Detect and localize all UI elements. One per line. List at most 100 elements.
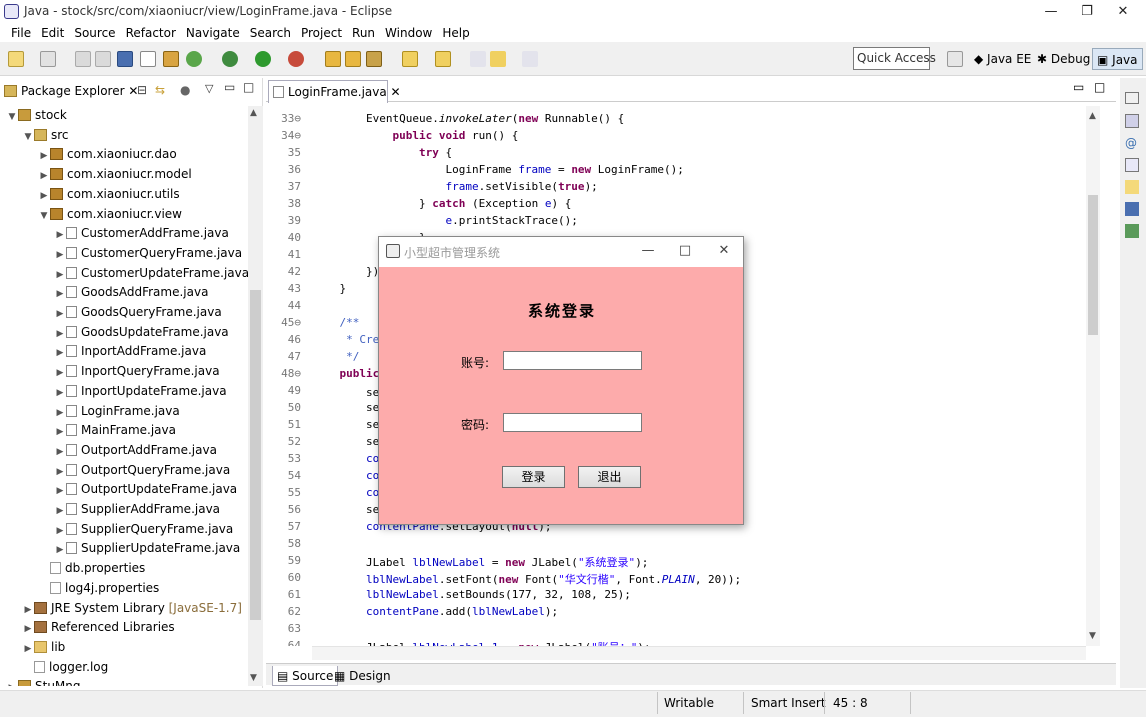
problems-icon[interactable] (1125, 224, 1139, 238)
back-icon[interactable] (490, 51, 506, 67)
tree-item[interactable]: ▶ CustomerQueryFrame.java (54, 244, 243, 265)
collapse-icon[interactable]: ▶ (54, 364, 66, 383)
tree-item[interactable]: ▶ LoginFrame.java (54, 402, 180, 422)
tree-item[interactable]: ▶ lib (22, 638, 66, 659)
debug-icon[interactable] (222, 51, 238, 67)
collapse-icon[interactable]: ▶ (38, 147, 50, 166)
menu-run[interactable]: Run (347, 26, 380, 40)
tree-item[interactable]: ▶ com.xiaoniucr.dao (38, 145, 177, 165)
tree-item[interactable]: ▶ InportAddFrame.java (54, 342, 207, 362)
new-package-icon[interactable] (325, 51, 341, 67)
javadoc-icon[interactable]: @ (1125, 136, 1139, 150)
tree-item[interactable]: ▶ InportQueryFrame.java (54, 362, 220, 382)
expand-icon[interactable]: ▼ (38, 207, 50, 226)
editor-tab-loginframe[interactable]: LoginFrame.java ✕ (268, 80, 401, 103)
tree-item[interactable]: ▶ SupplierUpdateFrame.java (54, 539, 241, 560)
menu-edit[interactable]: Edit (36, 26, 69, 40)
tree-item[interactable]: log4j.properties (38, 579, 159, 599)
editor-horizontal-scrollbar[interactable] (312, 646, 1086, 660)
tree-item[interactable]: ▼ stock (6, 106, 67, 126)
package-explorer-tab[interactable]: Package Explorer ✕ (4, 80, 138, 102)
tree-item[interactable]: ▶ GoodsUpdateFrame.java (54, 323, 229, 343)
expand-icon[interactable]: ▼ (6, 108, 18, 127)
package-explorer-scroll-thumb[interactable] (250, 290, 261, 620)
menu-project[interactable]: Project (296, 26, 347, 40)
close-button[interactable]: ✕ (1100, 0, 1146, 24)
tree-item[interactable]: ▶ GoodsAddFrame.java (54, 283, 209, 304)
perspective-java-ee[interactable]: ◆ Java EE (970, 48, 1035, 70)
menu-source[interactable]: Source (69, 26, 120, 40)
tree-item[interactable]: ▶ SupplierAddFrame.java (54, 500, 221, 521)
scroll-up-icon[interactable]: ▲ (250, 108, 257, 118)
collapse-icon[interactable]: ▶ (54, 266, 66, 285)
tree-item[interactable]: ▶ com.xiaoniucr.model (38, 165, 192, 185)
collapse-icon[interactable]: ▶ (54, 502, 66, 521)
save-all-icon[interactable] (75, 51, 91, 67)
build-icon[interactable] (163, 51, 179, 67)
next-annotation-icon[interactable] (402, 51, 418, 67)
menu-file[interactable]: File (6, 26, 36, 40)
collapse-icon[interactable]: ▶ (54, 226, 66, 245)
tree-item[interactable]: ▶ OutportUpdateFrame.java (54, 480, 238, 501)
account-input[interactable] (503, 351, 642, 370)
collapse-icon[interactable]: ▶ (54, 541, 66, 560)
dialog-minimize-button[interactable]: — (630, 240, 666, 262)
view-menu-icon[interactable]: ▽ (205, 82, 213, 95)
exit-button[interactable]: 退出 (578, 466, 641, 488)
editor-scroll-thumb[interactable] (1088, 195, 1098, 335)
collapse-icon[interactable]: ▶ (38, 167, 50, 186)
dialog-maximize-button[interactable]: □ (667, 240, 703, 262)
password-input[interactable] (503, 413, 642, 432)
close-tab-icon[interactable]: ✕ (391, 85, 401, 99)
collapse-icon[interactable]: ▶ (54, 384, 66, 403)
collapse-icon[interactable]: ▶ (54, 482, 66, 501)
collapse-icon[interactable]: ▶ (54, 305, 66, 324)
tree-item[interactable]: ▶ CustomerAddFrame.java (54, 224, 229, 244)
dialog-close-button[interactable]: ✕ (706, 240, 742, 262)
tree-item[interactable]: ▶ GoodsQueryFrame.java (54, 303, 222, 323)
perspective-debug[interactable]: ✱ Debug (1033, 48, 1094, 70)
collapse-icon[interactable]: ▶ (54, 285, 66, 304)
tree-item[interactable]: ▶ com.xiaoniucr.utils (38, 185, 180, 205)
minimize-view-icon[interactable]: ▭ (224, 80, 235, 94)
tree-item[interactable]: db.properties (38, 559, 145, 579)
new-icon[interactable] (8, 51, 24, 67)
coverage-icon[interactable] (288, 51, 304, 67)
forward-icon[interactable] (522, 51, 538, 67)
editor-scroll-up-icon[interactable]: ▲ (1089, 111, 1096, 121)
prev-annotation-icon[interactable] (435, 51, 451, 67)
collapse-icon[interactable]: ▶ (54, 463, 66, 482)
focus-icon[interactable]: ● (180, 83, 190, 97)
collapse-icon[interactable]: ▶ (54, 443, 66, 462)
collapse-icon[interactable]: ▶ (54, 423, 66, 442)
collapse-icon[interactable]: ▶ (22, 640, 34, 659)
editor-maximize-icon[interactable]: □ (1094, 80, 1105, 94)
last-edit-icon[interactable] (470, 51, 486, 67)
refresh-icon[interactable] (186, 51, 202, 67)
save-icon[interactable] (40, 51, 56, 67)
editor-vertical-scrollbar[interactable] (1086, 106, 1100, 646)
scroll-down-icon[interactable]: ▼ (250, 673, 257, 683)
tab-source[interactable]: ▤ Source (272, 666, 339, 686)
search-icon[interactable] (366, 51, 382, 67)
tab-design[interactable]: ▦ Design (330, 666, 395, 686)
collapse-all-icon[interactable]: ⊟ (137, 83, 147, 97)
collapse-icon[interactable]: ▶ (54, 325, 66, 344)
open-type-icon[interactable] (345, 51, 361, 67)
menu-navigate[interactable]: Navigate (181, 26, 245, 40)
maximize-view-icon[interactable]: □ (243, 80, 254, 94)
collapse-icon[interactable]: ▶ (54, 522, 66, 541)
tree-item[interactable]: ▶ OutportQueryFrame.java (54, 461, 231, 482)
menu-window[interactable]: Window (380, 26, 437, 40)
quick-access-field[interactable]: Quick Access (853, 47, 936, 70)
tree-item[interactable]: ▶ Referenced Libraries (22, 618, 175, 638)
collapse-icon[interactable]: ▶ (54, 246, 66, 265)
tree-item[interactable]: ▶ MainFrame.java (54, 421, 176, 441)
tree-item[interactable]: ▶ CustomerUpdateFrame.java (54, 264, 248, 284)
skip-breakpoints-icon[interactable] (140, 51, 156, 67)
tree-item[interactable]: ▶ JRE System Library [JavaSE-1.7] (22, 599, 242, 619)
outline-icon[interactable] (1125, 114, 1139, 128)
run-icon[interactable] (255, 51, 271, 67)
tree-item[interactable]: ▶ SupplierQueryFrame.java (54, 520, 234, 541)
menu-refactor[interactable]: Refactor (121, 26, 181, 40)
